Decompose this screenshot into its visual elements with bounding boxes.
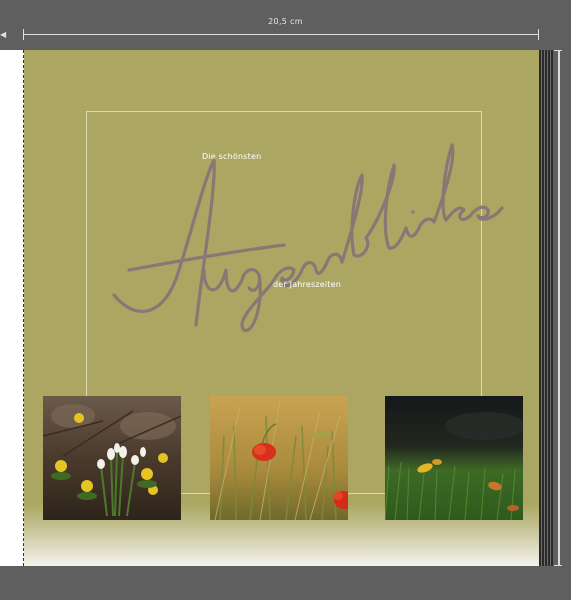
ruler-line	[24, 34, 538, 35]
book-spine-edge	[539, 50, 553, 566]
book-cover[interactable]: Die schönsten der Jahreszeiten	[24, 50, 539, 566]
photo-autumn-grass[interactable]	[385, 396, 523, 520]
right-guide-bar	[558, 50, 560, 566]
ruler-width-label: 20,5 cm	[268, 17, 303, 26]
ruler-left-arrow: ◀	[0, 30, 7, 39]
subtitle-bottom[interactable]: der Jahreszeiten	[273, 280, 341, 289]
right-guide-bottom-tick	[554, 565, 562, 566]
right-guide-top-tick	[554, 50, 562, 51]
photo-poppies[interactable]	[210, 396, 348, 520]
width-ruler: ◀ 20,5 cm	[0, 0, 571, 50]
photo-snowdrops[interactable]	[43, 396, 181, 520]
script-title-art[interactable]	[104, 120, 504, 340]
ruler-right-tick	[538, 29, 539, 40]
page-bleed-area	[0, 50, 24, 566]
